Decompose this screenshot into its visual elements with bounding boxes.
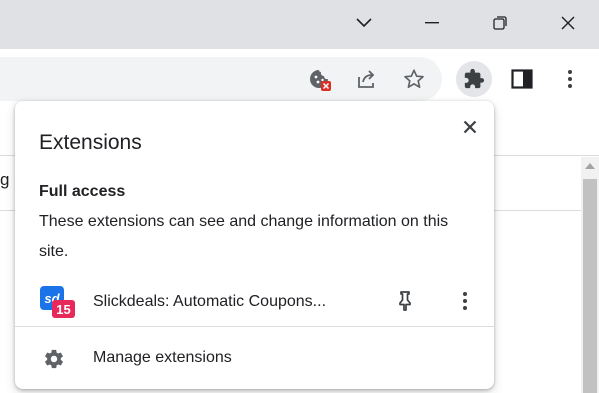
- close-icon: [463, 120, 477, 134]
- star-icon: [404, 69, 424, 88]
- restore-icon: [493, 16, 507, 30]
- scroll-up-arrow[interactable]: [581, 157, 599, 175]
- side-panel-button[interactable]: [504, 61, 540, 97]
- scrollbar[interactable]: [581, 157, 599, 393]
- bookmark-star-button[interactable]: [396, 61, 432, 97]
- extensions-button[interactable]: [456, 61, 492, 97]
- minimize-icon: [425, 22, 439, 24]
- manage-extensions-label: Manage extensions: [93, 349, 232, 366]
- more-vert-icon: [568, 70, 572, 88]
- tab-search-button[interactable]: [330, 0, 398, 46]
- scroll-thumb[interactable]: [583, 179, 597, 393]
- extension-more-button[interactable]: [451, 287, 479, 315]
- close-icon: [561, 16, 575, 30]
- share-icon: [358, 70, 375, 88]
- cookie-blocked-icon: [310, 70, 331, 91]
- popup-title: Extensions: [39, 131, 142, 154]
- manage-extensions-button[interactable]: Manage extensions: [15, 337, 494, 381]
- extension-name[interactable]: Slickdeals: Automatic Coupons...: [93, 293, 326, 311]
- extension-item[interactable]: sd 15 Slickdeals: Automatic Coupons...: [15, 281, 494, 325]
- triangle-up-icon: [585, 163, 595, 169]
- restore-button[interactable]: [466, 0, 534, 46]
- slickdeals-logo: sd 15: [40, 286, 75, 320]
- side-panel-icon: [511, 69, 533, 89]
- close-window-button[interactable]: [534, 0, 599, 46]
- title-bar: [0, 0, 599, 49]
- popup-close-button[interactable]: [456, 113, 484, 141]
- browser-menu-button[interactable]: [552, 61, 588, 97]
- full-access-heading: Full access: [39, 183, 126, 200]
- cookie-blocked-button[interactable]: [302, 61, 338, 97]
- page-text-fragment: g: [0, 170, 10, 189]
- extensions-puzzle-icon: [464, 68, 485, 89]
- gear-icon: [42, 347, 66, 371]
- extensions-popup: Extensions Full access These extensions …: [15, 101, 494, 389]
- pin-icon: [399, 291, 411, 311]
- extension-badge: 15: [52, 300, 75, 318]
- popup-divider: [15, 326, 494, 327]
- minimize-button[interactable]: [398, 0, 466, 46]
- share-button[interactable]: [349, 61, 385, 97]
- chevron-down-icon: [356, 18, 372, 28]
- more-vert-icon: [463, 292, 467, 310]
- pin-extension-button[interactable]: [391, 287, 419, 315]
- omnibox[interactable]: [0, 57, 442, 101]
- full-access-description: These extensions can see and change info…: [39, 213, 449, 260]
